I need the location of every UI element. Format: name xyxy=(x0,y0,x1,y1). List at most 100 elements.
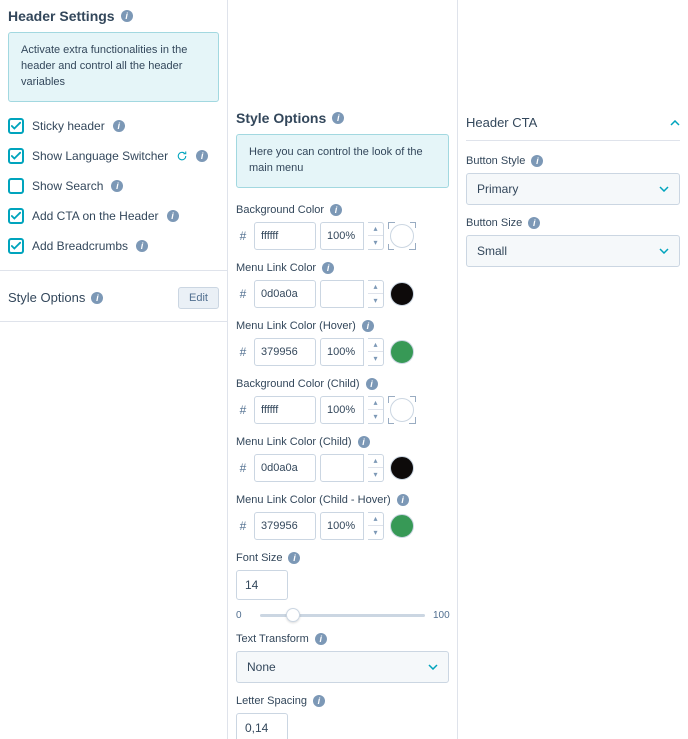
title-text: Style Options xyxy=(236,110,326,126)
letter-spacing-input[interactable] xyxy=(236,713,288,739)
text-transform-select[interactable]: None xyxy=(236,651,449,683)
color-swatch[interactable] xyxy=(388,454,416,482)
stepper-up-icon[interactable]: ▴ xyxy=(368,513,383,527)
info-icon[interactable] xyxy=(531,155,543,167)
stepper-up-icon[interactable]: ▴ xyxy=(368,281,383,295)
slider-min: 0 xyxy=(236,610,252,621)
color-field-label: Menu Link Color (Hover) xyxy=(236,320,449,332)
button-style-select[interactable]: Primary xyxy=(466,173,680,205)
color-swatch[interactable] xyxy=(388,396,416,424)
checkbox[interactable] xyxy=(8,178,24,194)
info-icon[interactable] xyxy=(332,112,344,124)
opacity-input[interactable] xyxy=(320,454,364,482)
stepper-down-icon[interactable]: ▾ xyxy=(368,352,383,365)
info-icon[interactable] xyxy=(196,150,208,162)
header-settings-title: Header Settings xyxy=(8,8,219,24)
checkbox[interactable] xyxy=(8,148,24,164)
text-transform-label: Text Transform xyxy=(236,633,449,645)
font-size-slider[interactable] xyxy=(260,614,425,617)
opacity-input[interactable] xyxy=(320,512,364,540)
stepper-down-icon[interactable]: ▾ xyxy=(368,526,383,539)
info-icon[interactable] xyxy=(322,262,334,274)
style-hint: Here you can control the look of the mai… xyxy=(236,134,449,188)
info-icon[interactable] xyxy=(528,217,540,229)
select-value: Primary xyxy=(477,182,518,196)
hash-label: # xyxy=(236,345,250,359)
color-row: # ▴ ▾ xyxy=(236,280,449,308)
color-row: # ▴ ▾ xyxy=(236,512,449,540)
info-icon[interactable] xyxy=(362,320,374,332)
chevron-down-icon xyxy=(659,186,669,192)
checkbox[interactable] xyxy=(8,208,24,224)
checkbox-row: Add CTA on the Header xyxy=(8,208,219,224)
stepper-down-icon[interactable]: ▾ xyxy=(368,410,383,423)
stepper-down-icon[interactable]: ▾ xyxy=(368,294,383,307)
color-swatch[interactable] xyxy=(388,338,416,366)
opacity-stepper[interactable]: ▴ ▾ xyxy=(368,280,384,308)
opacity-stepper[interactable]: ▴ ▾ xyxy=(368,396,384,424)
hex-input[interactable] xyxy=(254,338,316,366)
checkbox[interactable] xyxy=(8,238,24,254)
font-size-label: Font Size xyxy=(236,552,449,564)
checkbox-label: Show Search xyxy=(32,179,103,193)
color-field-label: Menu Link Color (Child - Hover) xyxy=(236,494,449,506)
color-swatch[interactable] xyxy=(388,280,416,308)
button-size-select[interactable]: Small xyxy=(466,235,680,267)
stepper-up-icon[interactable]: ▴ xyxy=(368,339,383,353)
divider xyxy=(0,321,227,322)
checkbox-row: Show Language Switcher xyxy=(8,148,219,164)
opacity-stepper[interactable]: ▴ ▾ xyxy=(368,222,384,250)
accordion-title: Header CTA xyxy=(466,115,537,130)
stepper-down-icon[interactable]: ▾ xyxy=(368,468,383,481)
info-icon[interactable] xyxy=(113,120,125,132)
opacity-input[interactable] xyxy=(320,222,364,250)
hex-input[interactable] xyxy=(254,396,316,424)
checkbox[interactable] xyxy=(8,118,24,134)
stepper-up-icon[interactable]: ▴ xyxy=(368,223,383,237)
info-icon[interactable] xyxy=(121,10,133,22)
color-swatch[interactable] xyxy=(388,222,416,250)
slider-thumb[interactable] xyxy=(286,608,300,622)
opacity-input[interactable] xyxy=(320,396,364,424)
stepper-up-icon[interactable]: ▴ xyxy=(368,397,383,411)
style-options-label: Style Options xyxy=(8,290,85,305)
opacity-input[interactable] xyxy=(320,338,364,366)
info-icon[interactable] xyxy=(358,436,370,448)
color-field-label: Menu Link Color xyxy=(236,262,449,274)
opacity-stepper[interactable]: ▴ ▾ xyxy=(368,512,384,540)
info-icon[interactable] xyxy=(366,378,378,390)
info-icon[interactable] xyxy=(315,633,327,645)
checkbox-row: Sticky header xyxy=(8,118,219,134)
header-cta-accordion[interactable]: Header CTA xyxy=(466,115,680,141)
opacity-stepper[interactable]: ▴ ▾ xyxy=(368,338,384,366)
font-size-input[interactable] xyxy=(236,570,288,600)
slider-max: 100 xyxy=(433,610,449,621)
hex-input[interactable] xyxy=(254,454,316,482)
select-value: None xyxy=(247,660,276,674)
refresh-icon xyxy=(176,150,188,162)
hex-input[interactable] xyxy=(254,222,316,250)
info-icon[interactable] xyxy=(313,695,325,707)
style-options-row[interactable]: Style Options xyxy=(8,290,103,305)
select-value: Small xyxy=(477,244,507,258)
info-icon[interactable] xyxy=(167,210,179,222)
info-icon[interactable] xyxy=(136,240,148,252)
color-swatch[interactable] xyxy=(388,512,416,540)
info-icon[interactable] xyxy=(330,204,342,216)
opacity-stepper[interactable]: ▴ ▾ xyxy=(368,454,384,482)
checkbox-label: Sticky header xyxy=(32,119,105,133)
color-field-label: Background Color (Child) xyxy=(236,378,449,390)
edit-button[interactable]: Edit xyxy=(178,287,219,309)
hex-input[interactable] xyxy=(254,512,316,540)
hex-input[interactable] xyxy=(254,280,316,308)
info-icon[interactable] xyxy=(111,180,123,192)
info-icon[interactable] xyxy=(397,494,409,506)
opacity-input[interactable] xyxy=(320,280,364,308)
stepper-up-icon[interactable]: ▴ xyxy=(368,455,383,469)
letter-spacing-label: Letter Spacing xyxy=(236,695,449,707)
info-icon[interactable] xyxy=(91,292,103,304)
color-row: # ▴ ▾ xyxy=(236,338,449,366)
checkbox-label: Add Breadcrumbs xyxy=(32,239,128,253)
info-icon[interactable] xyxy=(288,552,300,564)
stepper-down-icon[interactable]: ▾ xyxy=(368,236,383,249)
